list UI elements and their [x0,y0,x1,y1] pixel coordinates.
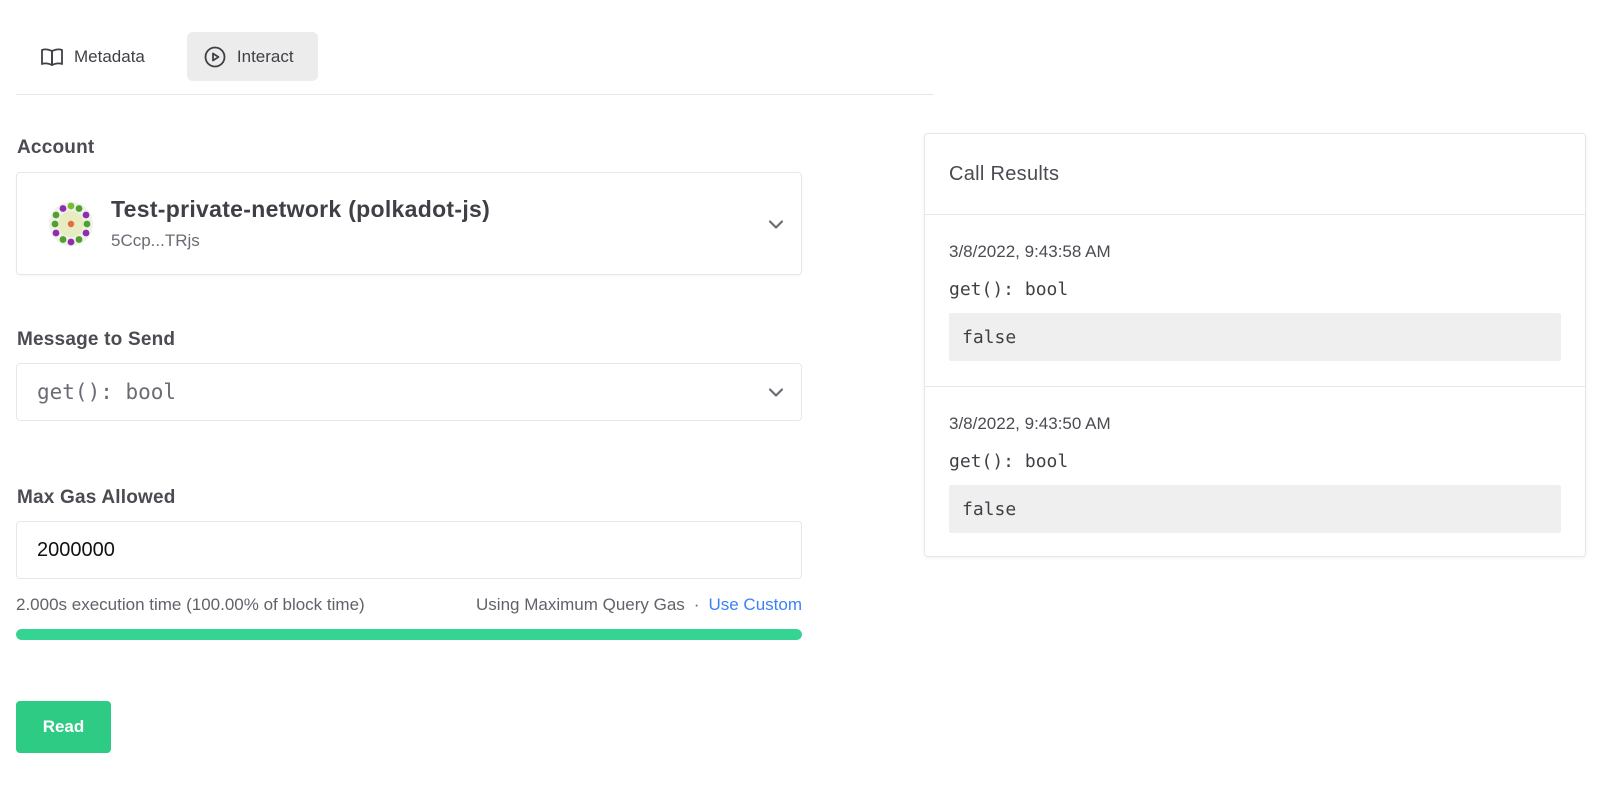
call-results-panel: Call Results 3/8/2022, 9:43:58 AM get():… [924,133,1586,557]
result-signature: get(): bool [949,451,1069,472]
tab-bar: Metadata Interact [16,32,934,95]
gas-progress-fill [16,629,802,640]
result-signature: get(): bool [949,279,1069,300]
message-label: Message to Send [17,329,176,350]
result-timestamp: 3/8/2022, 9:43:50 AM [949,414,1111,433]
use-custom-link[interactable]: Use Custom [708,595,802,615]
play-circle-icon [203,45,227,69]
tab-interact[interactable]: Interact [186,32,318,81]
account-address: 5Ccp...TRjs [111,231,200,250]
max-gas-label: Max Gas Allowed [17,487,176,508]
tab-metadata-label: Metadata [74,46,145,66]
result-output: false [949,485,1561,533]
max-gas-input[interactable] [16,521,802,579]
separator-dot: · [693,595,700,614]
message-select[interactable]: get(): bool [16,363,802,421]
chevron-down-icon[interactable] [767,215,785,233]
tab-interact-label: Interact [236,46,294,66]
contract-interact-page: Metadata Interact Account Test-private-n… [0,0,1600,788]
execution-time-text: 2.000s execution time (100.00% of block … [16,595,365,614]
gas-mode-text: Using Maximum Query Gas [476,595,685,614]
call-results-title: Call Results [925,134,1585,215]
message-value: get(): bool [37,380,177,404]
result-timestamp: 3/8/2022, 9:43:58 AM [949,242,1111,261]
account-name: Test-private-network (polkadot-js) [111,196,491,222]
result-output: false [949,313,1561,361]
gas-meta-row: 2.000s execution time (100.00% of block … [16,593,802,617]
tab-metadata[interactable]: Metadata [24,32,169,81]
result-item: 3/8/2022, 9:43:50 AM get(): bool false [925,386,1585,557]
gas-progress-bar [16,629,802,640]
account-select[interactable]: Test-private-network (polkadot-js) 5Ccp.… [16,172,802,275]
book-open-icon [40,45,64,69]
chevron-down-icon[interactable] [767,383,785,401]
result-item: 3/8/2022, 9:43:58 AM get(): bool false [925,215,1585,386]
account-label: Account [17,137,95,158]
read-button[interactable]: Read [16,701,111,753]
account-identicon [47,200,95,248]
